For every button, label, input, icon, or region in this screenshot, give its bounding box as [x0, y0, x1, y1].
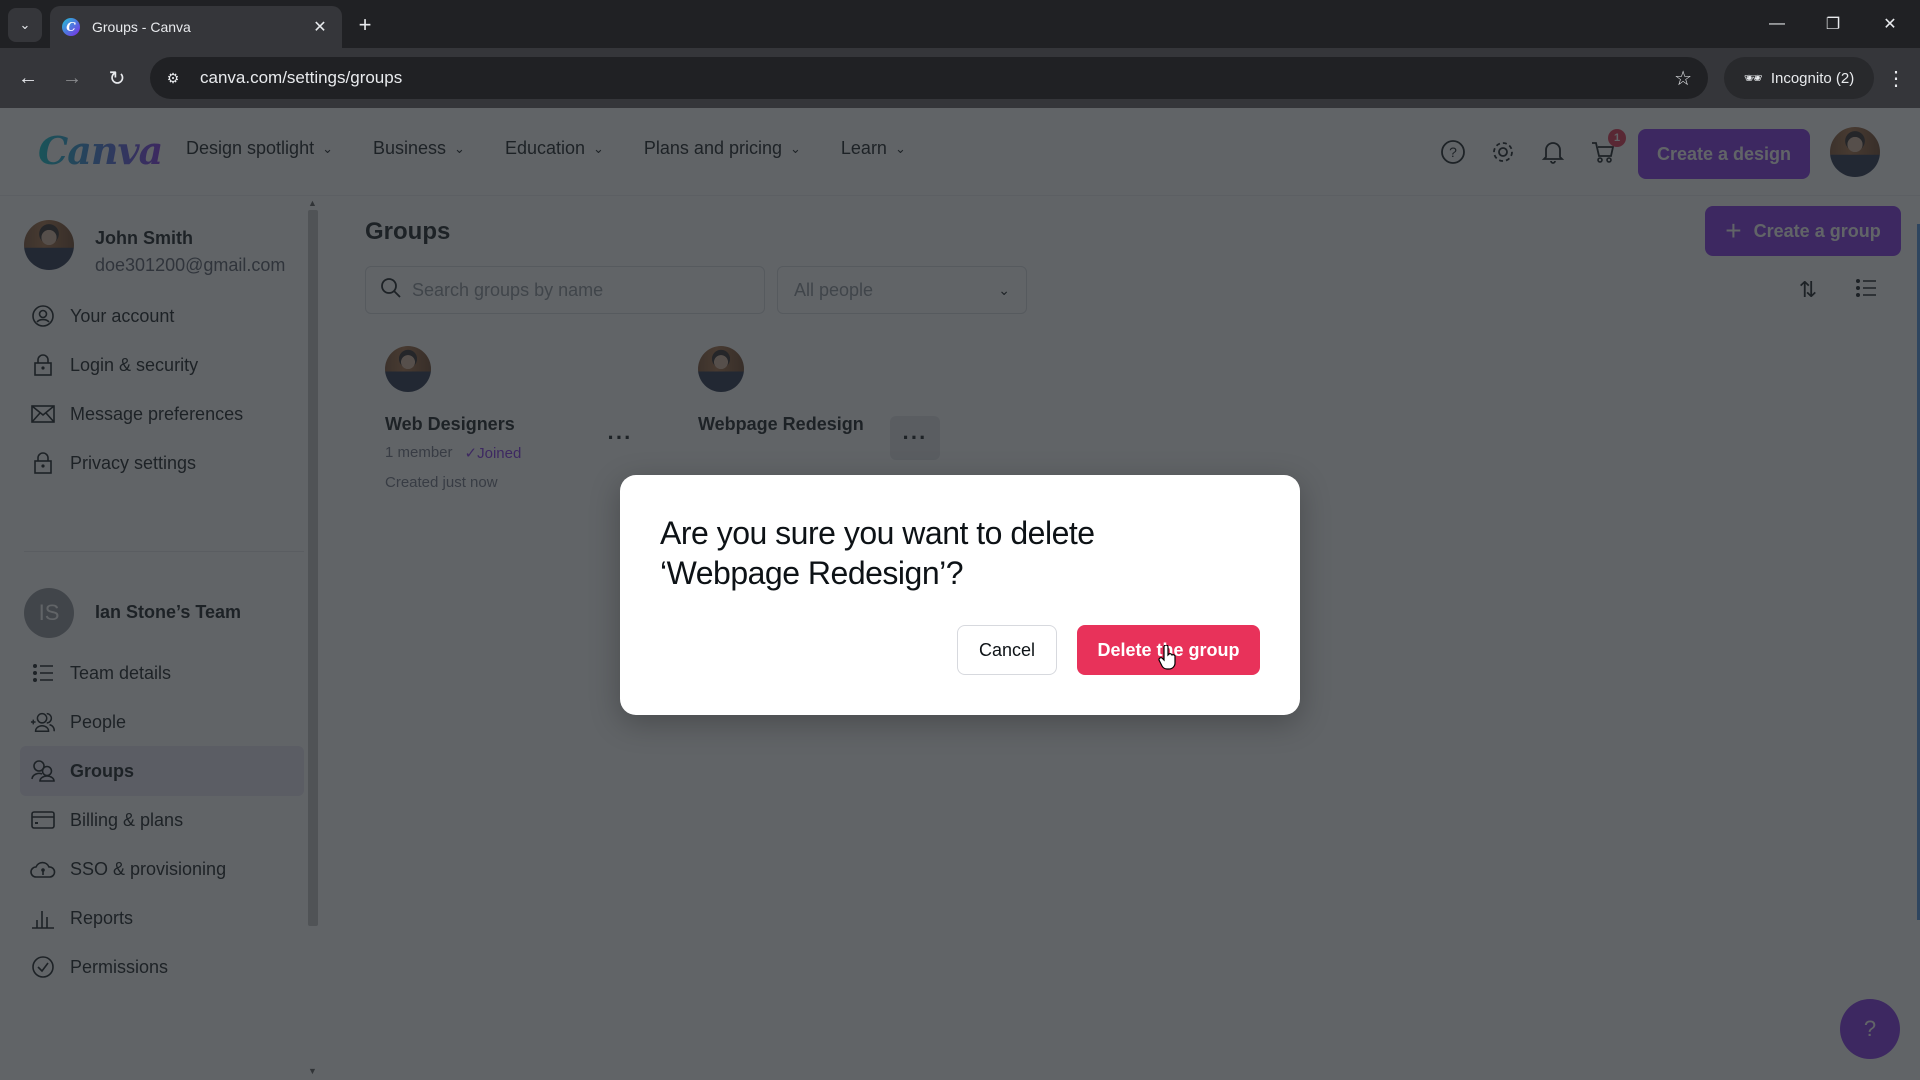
- incognito-label: Incognito (2): [1770, 69, 1855, 87]
- incognito-icon: 🕶: [1743, 70, 1763, 87]
- tab-search-button[interactable]: ⌄: [8, 8, 42, 42]
- incognito-indicator[interactable]: 🕶 Incognito (2): [1724, 57, 1874, 99]
- restore-button[interactable]: ❐: [1818, 10, 1848, 38]
- reload-button[interactable]: ↻: [101, 62, 133, 94]
- address-bar[interactable]: ⚙ canva.com/settings/groups ☆: [150, 57, 1708, 99]
- hand-pointer-cursor-icon: [1158, 645, 1176, 670]
- browser-tab-bar: ⌄ C Groups - Canva ✕ + — ❐ ✕: [0, 0, 1920, 48]
- canva-favicon-icon: C: [62, 18, 80, 36]
- dialog-title: Are you sure you want to delete ‘Webpage…: [660, 515, 1095, 591]
- site-info-icon[interactable]: ⚙: [158, 63, 188, 93]
- new-tab-button[interactable]: +: [352, 12, 378, 38]
- minimize-button[interactable]: —: [1762, 10, 1792, 38]
- close-tab-icon[interactable]: ✕: [310, 17, 330, 37]
- delete-group-dialog: Are you sure you want to delete ‘Webpage…: [620, 475, 1300, 715]
- browser-tab[interactable]: C Groups - Canva ✕: [50, 6, 342, 48]
- cancel-button[interactable]: Cancel: [957, 625, 1057, 675]
- close-window-button[interactable]: ✕: [1875, 10, 1905, 38]
- chevron-down-icon: ⌄: [19, 17, 31, 32]
- forward-button[interactable]: →: [56, 62, 88, 94]
- url-text[interactable]: canva.com/settings/groups: [200, 68, 1674, 88]
- tab-title: Groups - Canva: [92, 19, 191, 35]
- browser-toolbar: ← → ↻ ⚙ canva.com/settings/groups ☆ 🕶 In…: [0, 48, 1920, 108]
- browser-menu-icon[interactable]: ⋮: [1880, 62, 1912, 94]
- back-button[interactable]: ←: [12, 62, 44, 94]
- bookmark-star-icon[interactable]: ☆: [1674, 66, 1692, 91]
